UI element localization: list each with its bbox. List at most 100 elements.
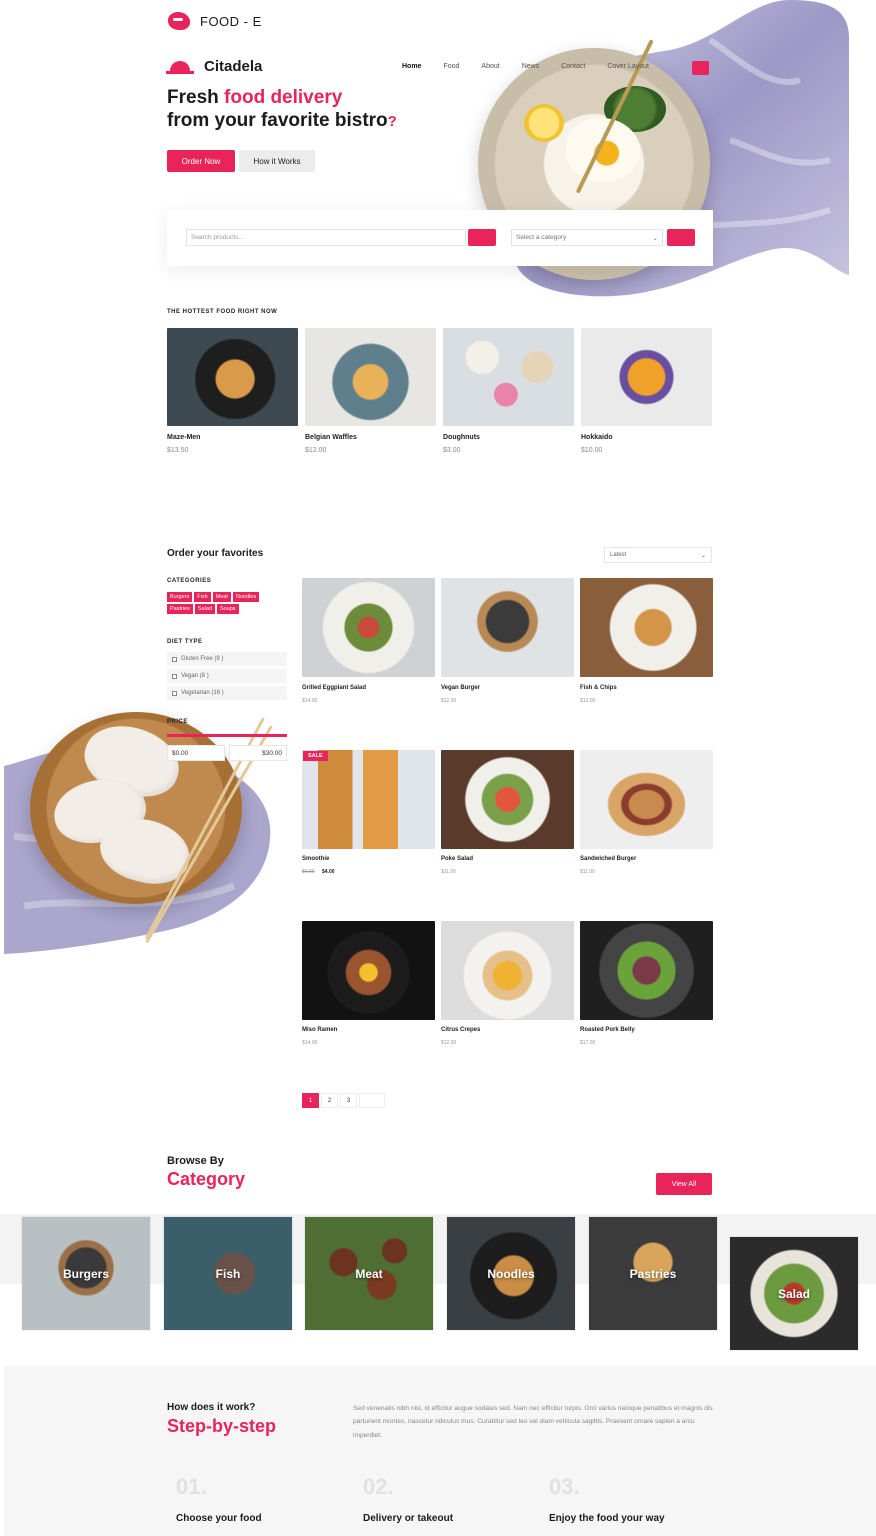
cart-button[interactable] (692, 61, 709, 75)
diet-vegan[interactable]: Vegan (8 ) (167, 669, 287, 683)
category-tile-salad[interactable]: Salad (730, 1237, 858, 1350)
top-brand-name: FOOD - E (200, 13, 262, 29)
search-button[interactable] (468, 229, 496, 246)
product-name-6[interactable]: Sandwiched Burger (580, 856, 636, 862)
price-slider[interactable] (167, 734, 287, 737)
tag-noodles[interactable]: Noodles (232, 592, 260, 602)
tag-fish[interactable]: Fish (194, 592, 211, 602)
product-name-7[interactable]: Miso Ramen (302, 1027, 337, 1033)
product-name-5[interactable]: Poke Salad (441, 856, 473, 862)
nav-food[interactable]: Food (443, 63, 459, 70)
product-image-5[interactable] (441, 750, 574, 849)
product-image-8[interactable] (441, 921, 574, 1020)
product-image-2[interactable] (441, 578, 574, 677)
hottest-price-4: $10.00 (581, 447, 603, 454)
favorites-title: Order your favorites (167, 548, 264, 559)
product-name-2[interactable]: Vegan Burger (441, 685, 480, 691)
pagination: 1 2 3 (302, 1093, 385, 1108)
product-image-9[interactable] (580, 921, 713, 1020)
tag-soups[interactable]: Soups (216, 604, 239, 614)
product-image-3[interactable] (580, 578, 713, 677)
product-price-4: $4.00 (322, 869, 335, 875)
nav-news[interactable]: News (522, 63, 540, 70)
category-select[interactable]: Select a category ⌄ (511, 229, 663, 246)
category-label-noodles: Noodles (487, 1266, 535, 1281)
product-price-3: $13.00 (580, 698, 596, 704)
search-input[interactable]: Search products... (186, 229, 466, 246)
sort-select[interactable]: Latest ⌄ (604, 547, 712, 563)
category-label-pastries: Pastries (629, 1266, 677, 1281)
category-tile-burgers[interactable]: Burgers (22, 1217, 150, 1330)
product-name-3[interactable]: Fish & Chips (580, 685, 617, 691)
product-image-1[interactable] (302, 578, 435, 677)
hottest-image-4[interactable] (581, 328, 712, 426)
category-label-meat: Meat (355, 1266, 383, 1281)
category-tile-noodles[interactable]: Noodles (447, 1217, 575, 1330)
page-2[interactable]: 2 (321, 1093, 338, 1108)
hottest-image-2[interactable] (305, 328, 436, 426)
categories-label: CATEGORIES (167, 578, 212, 584)
diet-gluten-free[interactable]: Gluten Free (9 ) (167, 652, 287, 666)
diet-type-label: DIET TYPE (167, 639, 203, 645)
tag-salad[interactable]: Salad (194, 604, 215, 614)
category-search-button[interactable] (667, 229, 695, 246)
sort-select-value: Latest (610, 552, 627, 558)
hottest-label: THE HOTTEST FOOD RIGHT NOW (167, 309, 278, 315)
how-it-works-button[interactable]: How it Works (239, 150, 315, 172)
product-image-4[interactable] (302, 750, 435, 849)
product-name-8[interactable]: Citrus Crepes (441, 1027, 480, 1033)
hero-title-plain: Fresh (167, 87, 225, 108)
how-big-title: Step-by-step (167, 1416, 277, 1436)
brand-logo-icon (168, 12, 190, 30)
hottest-name-4[interactable]: Hokkaido (581, 434, 613, 441)
hero-title-highlight: food delivery (224, 87, 343, 108)
top-brand[interactable]: FOOD - E (168, 12, 262, 30)
page-next[interactable] (359, 1093, 385, 1108)
nav-about[interactable]: About (481, 63, 499, 70)
product-price-9: $17.00 (580, 1040, 596, 1046)
nav-contact[interactable]: Contact (561, 63, 585, 70)
tag-pastries[interactable]: Pastries (167, 604, 193, 614)
hottest-name-3[interactable]: Doughnuts (443, 434, 480, 441)
tag-burgers[interactable]: Burgers (167, 592, 193, 602)
diet-vegetarian[interactable]: Vegetarian (16 ) (167, 686, 287, 700)
how-paragraph: Sed venenatis nibh nisl, id efficitur au… (353, 1405, 713, 1439)
category-tile-pastries[interactable]: Pastries (589, 1217, 717, 1330)
product-price-5: $11.00 (441, 869, 456, 875)
price-max-input[interactable]: $30.00 (229, 745, 287, 761)
category-select-value: Select a category (516, 234, 567, 241)
view-all-button[interactable]: View All (656, 1173, 712, 1195)
checkbox[interactable] (172, 690, 177, 696)
nav-home[interactable]: Home (402, 63, 421, 70)
product-price-8: $12.00 (441, 1040, 457, 1046)
site-name: Citadela (204, 58, 263, 75)
category-label-fish: Fish (215, 1266, 241, 1281)
product-name-1[interactable]: Grilled Eggplant Salad (302, 685, 366, 691)
checkbox[interactable] (172, 656, 177, 662)
hottest-name-2[interactable]: Belgian Waffles (305, 434, 357, 441)
category-tile-meat[interactable]: Meat (305, 1217, 433, 1330)
price-min-input[interactable]: $0.00 (167, 745, 225, 761)
browse-small-title: Browse By (167, 1155, 224, 1167)
hottest-name-1[interactable]: Maze-Men (167, 434, 200, 441)
tag-meat[interactable]: Meat (212, 592, 231, 602)
product-price-2: $12.00 (441, 698, 457, 704)
category-label-burgers: Burgers (62, 1266, 109, 1281)
step-number-1: 01. (176, 1474, 207, 1499)
how-it-works-section (4, 1366, 876, 1536)
order-now-button[interactable]: Order Now (167, 150, 235, 172)
product-name-4[interactable]: Smoothie (302, 856, 329, 862)
checkbox[interactable] (172, 673, 177, 679)
page-1[interactable]: 1 (302, 1093, 319, 1108)
product-name-9[interactable]: Roasted Pork Belly (580, 1027, 635, 1033)
hottest-image-1[interactable] (167, 328, 298, 426)
product-price-1: $14.00 (302, 698, 318, 704)
product-image-6[interactable] (580, 750, 713, 849)
category-tile-fish[interactable]: Fish (164, 1217, 292, 1330)
site-logo[interactable]: Citadela (166, 58, 262, 75)
product-image-7[interactable] (302, 921, 435, 1020)
nav-cover-layout[interactable]: Cover Layout (607, 63, 649, 70)
hero-lemon (524, 104, 564, 142)
hottest-image-3[interactable] (443, 328, 574, 426)
page-3[interactable]: 3 (340, 1093, 357, 1108)
